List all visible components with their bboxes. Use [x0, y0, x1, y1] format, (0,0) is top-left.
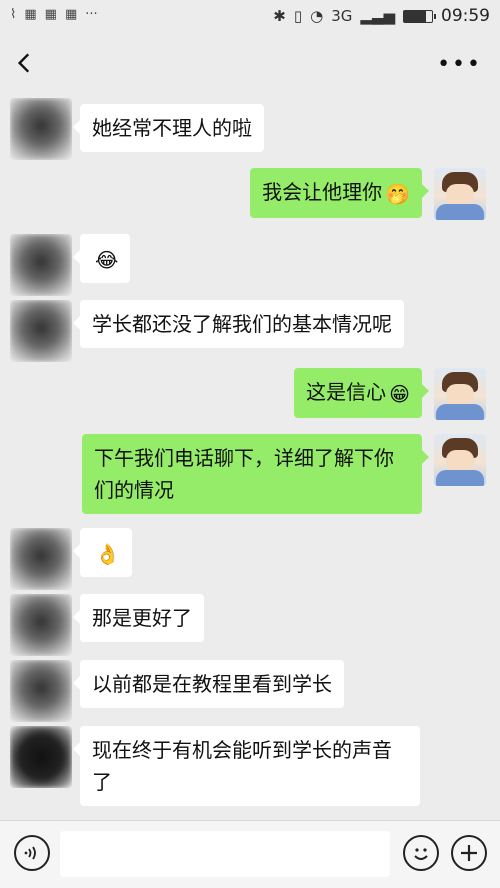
smile-face-icon	[414, 848, 428, 860]
blurred-avatar[interactable]	[10, 528, 72, 590]
app-icon: ▦	[44, 7, 57, 22]
message-bubble[interactable]: 那是更好了	[73, 594, 204, 642]
blurred-avatar[interactable]	[10, 98, 72, 160]
voice-wave-icon	[24, 846, 36, 860]
message-bubble[interactable]: 😂	[72, 234, 131, 283]
message-bubble[interactable]: 这是信心 😁	[294, 368, 429, 418]
notification-icon: ⌇	[10, 7, 17, 22]
emoji: 😂	[95, 248, 119, 272]
network-label: 3G	[331, 7, 353, 25]
emoji: 🤭	[385, 182, 410, 206]
message-bubble[interactable]: 以前都是在教程里看到学长	[73, 660, 344, 708]
message-bubble[interactable]: 学长都还没了解我们的基本情况呢	[73, 300, 404, 348]
signal-icon: ▂▃▅	[360, 7, 395, 25]
app-icon: ▦	[64, 7, 78, 22]
wifi-icon: ◔	[310, 7, 324, 25]
battery-fill	[404, 10, 427, 22]
blurred-avatar[interactable]	[10, 660, 72, 722]
voice-icon[interactable]	[14, 835, 50, 871]
more-dots-icon: ···	[85, 7, 98, 22]
message-bubble[interactable]: 她经常不理人的啦	[73, 104, 264, 152]
app-icon: ▦	[24, 7, 37, 22]
dark-avatar[interactable]	[10, 726, 72, 788]
more-options-icon[interactable]: •••	[437, 52, 482, 77]
emoji: 👌	[95, 542, 120, 566]
status-right-icons: ✱ ▯ ◔ 3G ▂▃▅ 09:59	[273, 6, 490, 26]
smile-icon[interactable]	[403, 835, 439, 871]
message-bubble[interactable]: 现在终于有机会能听到学长的声音了	[73, 726, 420, 806]
message-bubble[interactable]: 我会让他理你 🤭	[250, 168, 429, 218]
plus-icon[interactable]	[451, 835, 487, 871]
chat-area[interactable]: 她经常不理人的啦 我会让他理你 🤭 😂 学长都还没了解我们的基本情况呢 这是信心 😁…	[0, 92, 500, 820]
blurred-avatar[interactable]	[10, 234, 72, 296]
message-bubble[interactable]: 👌	[73, 528, 132, 577]
plus-sign-icon	[461, 845, 477, 861]
clock: 09:59	[441, 6, 490, 26]
message-bubble[interactable]: 下午我们电话聊下，详细了解下你们的情况	[82, 434, 429, 514]
status-bar: ⌇ ▦ ▦ ▦ ··· ✱ ▯ ◔ 3G ▂▃▅ 09:59	[0, 0, 500, 34]
anime-avatar[interactable]	[434, 368, 486, 420]
blurred-avatar[interactable]	[10, 300, 72, 362]
message-input[interactable]	[60, 831, 390, 877]
blurred-avatar[interactable]	[10, 594, 72, 656]
battery-icon	[403, 9, 436, 23]
status-left-icons: ⌇ ▦ ▦ ▦ ···	[10, 7, 98, 22]
anime-avatar[interactable]	[434, 434, 486, 486]
anime-avatar[interactable]	[434, 168, 486, 220]
input-bar	[0, 820, 500, 888]
bluetooth-icon: ✱	[273, 7, 286, 25]
nav-bar: •••	[0, 34, 500, 92]
emoji: 😁	[389, 382, 410, 406]
vibrate-icon: ▯	[293, 7, 303, 25]
back-chevron-icon[interactable]	[12, 50, 38, 76]
